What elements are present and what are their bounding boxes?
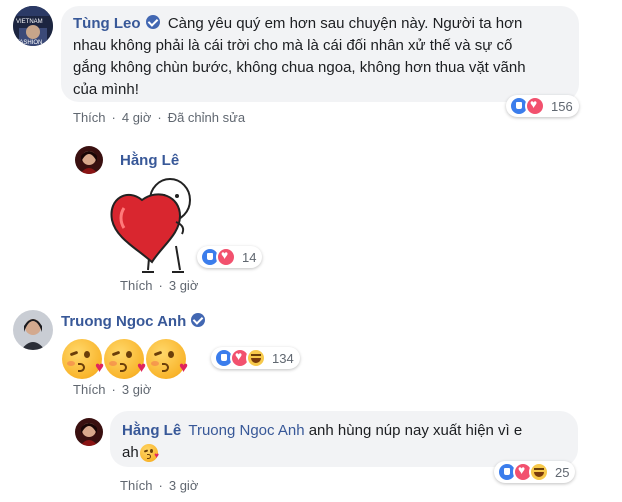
- avatar-text-2: FASHION: [16, 40, 42, 46]
- comment-actions: Thích · 3 giờ: [120, 278, 199, 293]
- kissing-heart-emoji: ♥: [104, 339, 146, 379]
- sticker-image: [110, 178, 191, 273]
- comment-text: của mình!: [73, 81, 139, 98]
- love-reaction-icon: [216, 247, 236, 267]
- author-name[interactable]: Truong Ngoc Anh: [61, 313, 186, 330]
- timestamp[interactable]: 3 giờ: [122, 382, 152, 397]
- haha-reaction-icon: [246, 348, 266, 368]
- avatar-hang-le[interactable]: [75, 418, 103, 446]
- comment-line-2: ah ♥: [122, 443, 572, 462]
- like-button[interactable]: Thích: [73, 110, 106, 125]
- avatar-image: VIETNAM FASHION: [13, 6, 53, 46]
- haha-reaction-icon: [529, 462, 549, 482]
- author-row: Truong Ngoc Anh: [61, 313, 206, 330]
- verified-badge-icon: [145, 15, 160, 29]
- mention-link[interactable]: Truong Ngoc Anh: [188, 422, 304, 439]
- comment-text: nhau không phải là cái trời cho mà là cá…: [73, 37, 513, 54]
- reaction-count: 14: [242, 249, 257, 265]
- avatar-image: [75, 418, 103, 446]
- edited-label[interactable]: Đã chỉnh sửa: [168, 110, 245, 125]
- like-button[interactable]: Thích: [120, 478, 153, 493]
- reaction-summary[interactable]: 14: [197, 246, 263, 268]
- comment-line-1: Tùng Leo Càng yêu quý em hơn sau chuyện …: [73, 14, 573, 33]
- author-name[interactable]: Hằng Lê: [120, 152, 179, 169]
- reaction-summary[interactable]: 25: [494, 461, 576, 483]
- reaction-summary[interactable]: 156: [506, 95, 579, 117]
- comment-line-1: Hằng Lê Truong Ngoc Anh anh hùng núp nay…: [122, 421, 572, 440]
- comment-text: gắng không chùn bước, không chua ngoa, k…: [73, 59, 526, 76]
- love-reaction-icon: [525, 96, 545, 116]
- avatar-image: [75, 146, 103, 174]
- comment-actions: Thích · 4 giờ · Đã chỉnh sửa: [73, 110, 246, 125]
- kissing-heart-emoji: ♥: [146, 339, 188, 379]
- kissing-heart-emoji: ♥: [140, 444, 159, 462]
- avatar-tung-leo[interactable]: VIETNAM FASHION: [13, 6, 53, 46]
- reaction-count: 25: [555, 464, 570, 480]
- avatar-text-1: VIETNAM: [16, 19, 43, 25]
- reaction-count: 134: [272, 350, 294, 366]
- comment-actions: Thích · 3 giờ: [120, 478, 199, 493]
- kissing-heart-emoji: ♥: [62, 339, 104, 379]
- like-button[interactable]: Thích: [120, 278, 153, 293]
- avatar-hang-le[interactable]: [75, 146, 103, 174]
- timestamp[interactable]: 4 giờ: [122, 110, 152, 125]
- comment-text: anh hùng núp nay xuất hiện vì e: [308, 422, 523, 439]
- comment-bubble-hang-le: Hằng Lê Truong Ngoc Anh anh hùng núp nay…: [110, 411, 578, 467]
- comment-text: ah: [122, 444, 139, 461]
- author-name[interactable]: Hằng Lê: [122, 422, 181, 439]
- heart-hug-sticker: [106, 174, 196, 274]
- timestamp[interactable]: 3 giờ: [169, 478, 199, 493]
- verified-badge-icon: [191, 313, 206, 327]
- timestamp[interactable]: 3 giờ: [169, 278, 199, 293]
- comment-actions: Thích · 3 giờ: [73, 382, 152, 397]
- avatar-truong-ngoc-anh[interactable]: [13, 310, 53, 350]
- reaction-summary[interactable]: 134: [211, 347, 300, 369]
- like-button[interactable]: Thích: [73, 382, 106, 397]
- reaction-count: 156: [551, 98, 573, 114]
- author-name[interactable]: Tùng Leo: [73, 15, 141, 32]
- comment-text: Càng yêu quý em hơn sau chuyện này. Ngườ…: [167, 15, 523, 32]
- comment-bubble-tung-leo: Tùng Leo Càng yêu quý em hơn sau chuyện …: [61, 6, 579, 102]
- avatar-image: [13, 310, 53, 350]
